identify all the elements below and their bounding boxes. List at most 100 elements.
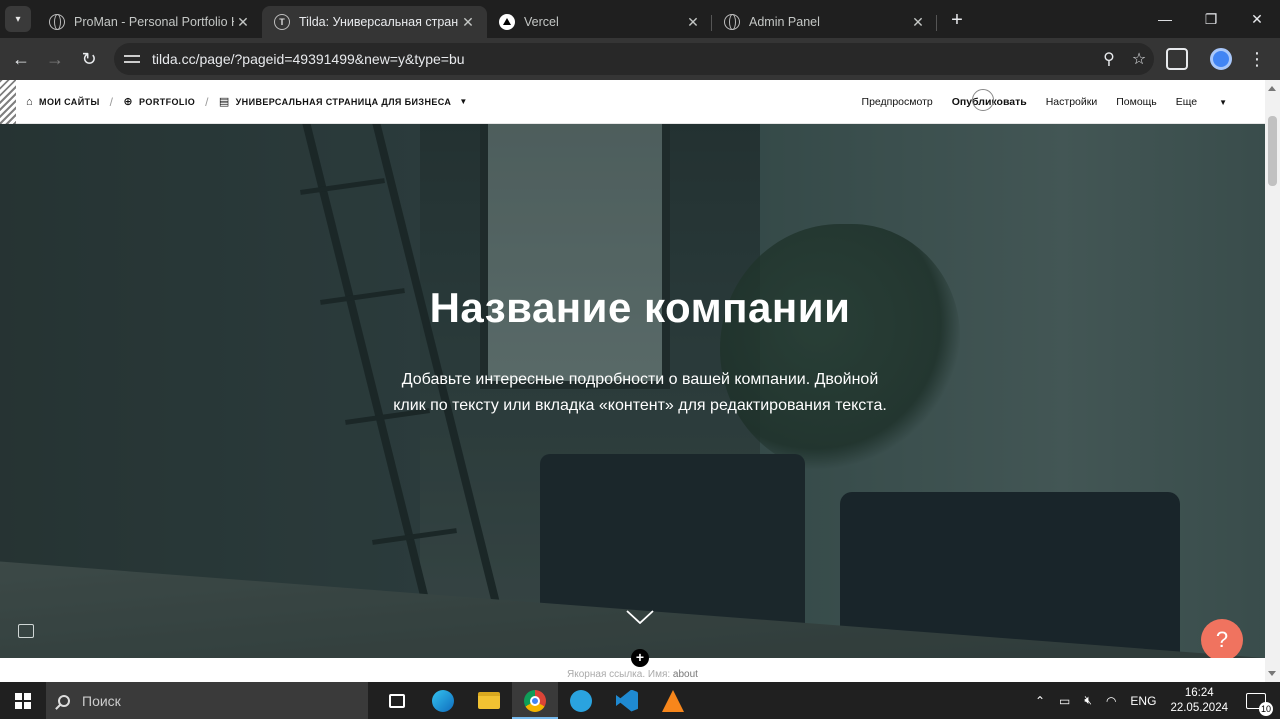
vlc-icon — [662, 689, 684, 712]
taskbar-vlc[interactable] — [650, 682, 696, 719]
tab-separator — [936, 15, 937, 31]
notification-count: 10 — [1259, 701, 1273, 716]
taskbar-apps — [374, 682, 696, 719]
browser-tab-strip: ▾ ProMan - Personal Portfolio HTML ✕ T T… — [0, 0, 1280, 38]
wifi-icon[interactable]: ◠ — [1106, 694, 1116, 708]
chevron-down-icon: ▼ — [459, 97, 468, 106]
extensions-icon[interactable] — [1166, 48, 1188, 70]
cover-title[interactable]: Название компании — [0, 284, 1265, 332]
clock[interactable]: 16:24 22.05.2024 — [1170, 686, 1228, 716]
bookmark-star-icon[interactable]: ☆ — [1124, 49, 1154, 69]
breadcrumb-separator: / — [205, 94, 209, 109]
tab-proman[interactable]: ProMan - Personal Portfolio HTML ✕ — [37, 6, 262, 38]
anchor-name: about — [672, 669, 698, 680]
settings-button[interactable]: Настройки — [1046, 96, 1098, 108]
breadcrumb-label: PORTFOLIO — [139, 96, 196, 107]
globe-icon — [49, 14, 65, 30]
cover-block[interactable]: Название компании Добавьте интересные по… — [0, 124, 1265, 658]
preview-button[interactable]: Предпросмотр — [862, 96, 933, 108]
chevron-down-icon[interactable] — [626, 610, 654, 624]
editor-actions: Предпросмотр Опубликовать Настройки Помо… — [862, 88, 1265, 111]
tab-title: Admin Panel — [749, 15, 820, 29]
help-button[interactable]: ? — [1201, 619, 1243, 658]
chevron-up-icon[interactable]: ⌃ — [1035, 694, 1045, 708]
close-icon[interactable]: ✕ — [459, 14, 477, 31]
address-bar[interactable]: tilda.cc/page/?pageid=49391499&new=y&typ… — [114, 43, 1154, 75]
edge-icon — [432, 689, 454, 712]
page-scrollbar[interactable] — [1265, 80, 1280, 682]
tilda-editor-bar: ⌂ МОИ САЙТЫ / ⊕ PORTFOLIO / ▤ УНИВЕРСАЛЬ… — [0, 79, 1265, 124]
window-controls: — ❐ ✕ — [1142, 0, 1280, 38]
cover-description[interactable]: Добавьте интересные подробности о вашей … — [390, 367, 890, 419]
more-label: Еще — [1175, 95, 1198, 108]
tab-tilda[interactable]: T Tilda: Универсальная страница ✕ — [262, 6, 487, 38]
add-block-button[interactable]: + — [631, 649, 649, 667]
battery-icon[interactable]: ▭ — [1059, 694, 1070, 708]
close-window-icon[interactable]: ✕ — [1234, 11, 1280, 28]
scrollbar-thumb[interactable] — [1268, 116, 1277, 186]
taskbar-chrome[interactable] — [512, 682, 558, 719]
help-link[interactable]: Помощь — [1116, 96, 1157, 108]
profile-avatar[interactable] — [1210, 48, 1232, 70]
breadcrumb-separator: / — [109, 94, 114, 109]
search-placeholder: Поиск — [82, 692, 121, 709]
browser-toolbar: ← → ↻ tilda.cc/page/?pageid=49391499&new… — [0, 38, 1280, 80]
clock-time: 16:24 — [1184, 686, 1214, 699]
new-tab-button[interactable]: + — [945, 9, 969, 32]
taskbar-edge[interactable] — [420, 682, 466, 719]
caret-down-icon: ▼ — [1219, 97, 1227, 107]
scroll-down-icon[interactable] — [1268, 671, 1276, 676]
tab-title: Tilda: Универсальная страница — [299, 15, 459, 29]
close-icon[interactable]: ✕ — [909, 14, 927, 31]
telegram-icon — [570, 689, 592, 712]
language-indicator[interactable]: ENG — [1130, 694, 1156, 708]
breadcrumb-page[interactable]: ▤ УНИВЕРСАЛЬНАЯ СТРАНИЦА ДЛЯ БИЗНЕСА ▼ — [219, 95, 468, 108]
tab-vercel[interactable]: Vercel ✕ — [487, 6, 712, 38]
anchor-label: Якорная ссылка. Имя: — [567, 669, 671, 680]
clock-date: 22.05.2024 — [1170, 701, 1228, 714]
taskbar-search[interactable]: Поиск — [46, 682, 368, 719]
task-view-button[interactable] — [374, 682, 420, 719]
url-text[interactable]: tilda.cc/page/?pageid=49391499&new=y&typ… — [152, 51, 1094, 67]
reload-icon[interactable]: ↻ — [72, 49, 106, 70]
breadcrumb: ⌂ МОИ САЙТЫ / ⊕ PORTFOLIO / ▤ УНИВЕРСАЛЬ… — [26, 95, 468, 109]
image-icon[interactable] — [18, 624, 34, 638]
breadcrumb-my-sites[interactable]: ⌂ МОИ САЙТЫ — [26, 96, 100, 108]
volume-muted-icon[interactable]: 🔇︎ — [1084, 693, 1092, 708]
scroll-up-icon[interactable] — [1268, 86, 1276, 91]
forward-icon[interactable]: → — [38, 49, 72, 70]
start-button[interactable] — [0, 692, 46, 709]
close-icon[interactable]: ✕ — [234, 14, 252, 31]
taskbar-explorer[interactable] — [466, 682, 512, 719]
anchor-link-info: Якорная ссылка. Имя: about — [0, 669, 1265, 680]
taskbar-vscode[interactable] — [604, 682, 650, 719]
taskbar-telegram[interactable] — [558, 682, 604, 719]
minimize-icon[interactable]: — — [1142, 11, 1188, 27]
publish-button[interactable]: Опубликовать — [952, 88, 1027, 111]
vscode-icon — [616, 689, 638, 712]
globe-icon — [724, 14, 740, 30]
windows-logo-icon — [15, 692, 31, 709]
home-icon: ⌂ — [26, 95, 34, 108]
more-menu-button[interactable]: Еще ▼ — [1176, 96, 1246, 108]
breadcrumb-project[interactable]: ⊕ PORTFOLIO — [123, 95, 195, 108]
breadcrumb-label: МОИ САЙТЫ — [39, 96, 100, 107]
notification-icon[interactable]: 10 — [1246, 692, 1273, 716]
task-view-icon — [389, 693, 405, 708]
tab-title: ProMan - Personal Portfolio HTML — [74, 15, 234, 29]
tilda-menu-handle[interactable] — [0, 79, 16, 124]
tab-title: Vercel — [524, 15, 559, 29]
zoom-icon[interactable]: ⚲ — [1094, 49, 1124, 69]
menu-icon[interactable]: ⋮ — [1248, 49, 1266, 70]
breadcrumb-label: УНИВЕРСАЛЬНАЯ СТРАНИЦА ДЛЯ БИЗНЕСА — [235, 96, 452, 107]
tilda-icon: T — [274, 14, 290, 30]
close-icon[interactable]: ✕ — [684, 14, 702, 31]
site-info-icon[interactable] — [124, 52, 142, 66]
vercel-icon — [499, 14, 515, 30]
system-tray: ⌃ ▭ 🔇︎ ◠ ENG 16:24 22.05.2024 10 — [1035, 682, 1280, 719]
tab-search-button[interactable]: ▾ — [5, 6, 31, 32]
search-icon — [58, 694, 70, 707]
restore-icon[interactable]: ❐ — [1188, 11, 1234, 28]
back-icon[interactable]: ← — [4, 49, 38, 70]
tab-admin-panel[interactable]: Admin Panel ✕ — [712, 6, 937, 38]
